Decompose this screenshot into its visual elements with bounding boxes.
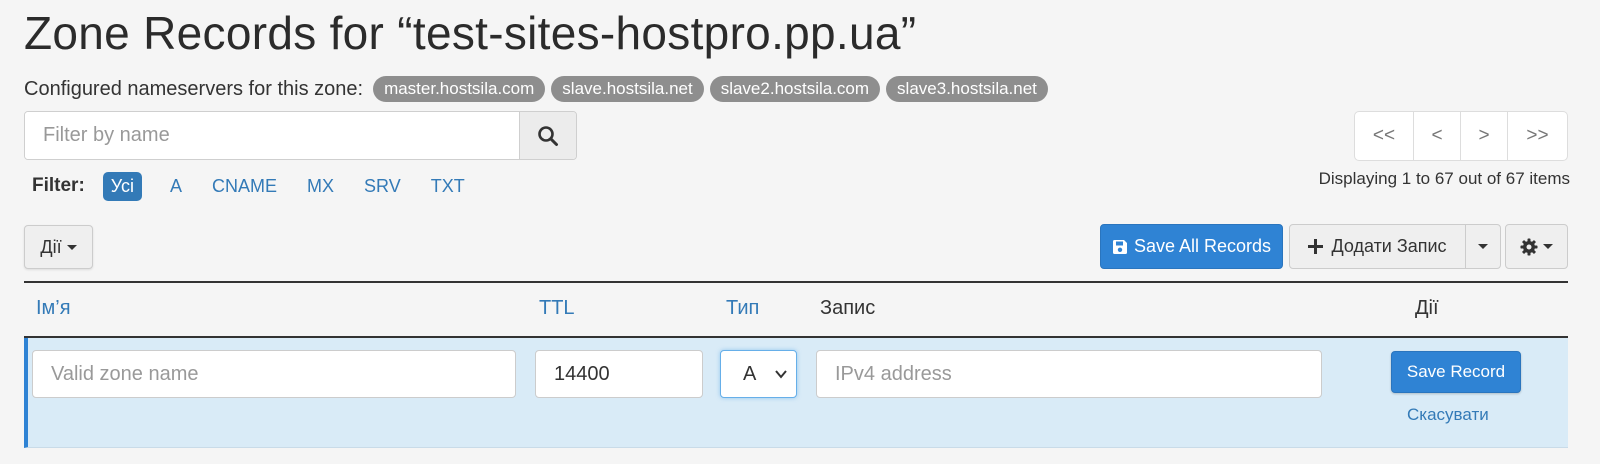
nameserver-badge: master.hostsila.com [373,76,546,102]
ttl-input[interactable] [535,350,703,398]
save-record-button[interactable]: Save Record [1391,351,1521,393]
nameservers-label: Configured nameservers for this zone: [24,77,364,100]
settings-dropdown-button[interactable] [1505,224,1568,269]
add-record-options-button[interactable] [1465,225,1500,268]
filter-by-name-input[interactable] [25,112,519,159]
column-header-ttl[interactable]: TTL [539,297,575,320]
caret-down-icon [1478,244,1488,249]
column-header-name[interactable]: Ім’я [36,297,71,320]
search-icon [538,125,558,146]
nameserver-badge: slave3.hostsila.net [886,76,1048,102]
prev-page-button[interactable]: < [1414,112,1461,160]
gear-icon [1520,238,1538,255]
nameservers-row: Configured nameservers for this zone: ma… [24,76,1048,102]
pagination: << < > >> [1354,111,1568,161]
add-record-split-button: Додати Запис [1289,224,1501,269]
filter-a[interactable]: A [170,176,182,197]
page-title: Zone Records for “test-sites-hostpro.pp.… [24,7,917,59]
filter-mx[interactable]: MX [307,176,334,197]
cancel-link[interactable]: Скасувати [1407,405,1489,425]
nameserver-badge: slave.hostsila.net [551,76,704,102]
caret-down-icon [66,244,77,250]
column-header-type[interactable]: Тип [726,297,759,320]
chevron-down-icon [775,370,787,379]
record-name-input[interactable] [32,350,516,398]
filter-all[interactable]: Усі [102,171,143,201]
filter-cname[interactable]: CNAME [212,176,277,197]
add-record-button[interactable]: Додати Запис [1290,225,1465,268]
plus-icon [1308,239,1324,254]
save-all-label: Save All Records [1133,236,1272,256]
column-header-actions: Дії [1415,297,1439,319]
nameserver-badge: slave2.hostsila.com [709,76,881,102]
items-count: Displaying 1 to 67 out of 67 items [1318,169,1570,188]
filter-txt[interactable]: TXT [431,176,465,197]
floppy-disk-icon [1112,239,1127,254]
column-header-record: Запис [820,297,876,319]
actions-dropdown-button[interactable]: Дії [24,225,93,269]
filter-label: Filter: [32,175,85,196]
actions-label: Дії [40,236,62,257]
first-page-button[interactable]: << [1355,112,1414,160]
add-record-label: Додати Запис [1331,236,1447,256]
caret-down-icon [1543,244,1553,249]
table-top-border [24,281,1568,283]
filter-srv[interactable]: SRV [364,176,401,197]
next-page-button[interactable]: > [1461,112,1508,160]
record-type-select[interactable]: A [720,350,797,398]
record-value-input[interactable] [816,350,1322,398]
record-type-filter: Filter: Усі A CNAME MX SRV TXT [32,171,495,201]
record-type-value: A [743,362,757,385]
save-all-records-button[interactable]: Save All Records [1100,224,1283,269]
filter-search-group [24,111,577,160]
search-button[interactable] [519,112,576,159]
last-page-button[interactable]: >> [1508,112,1567,160]
